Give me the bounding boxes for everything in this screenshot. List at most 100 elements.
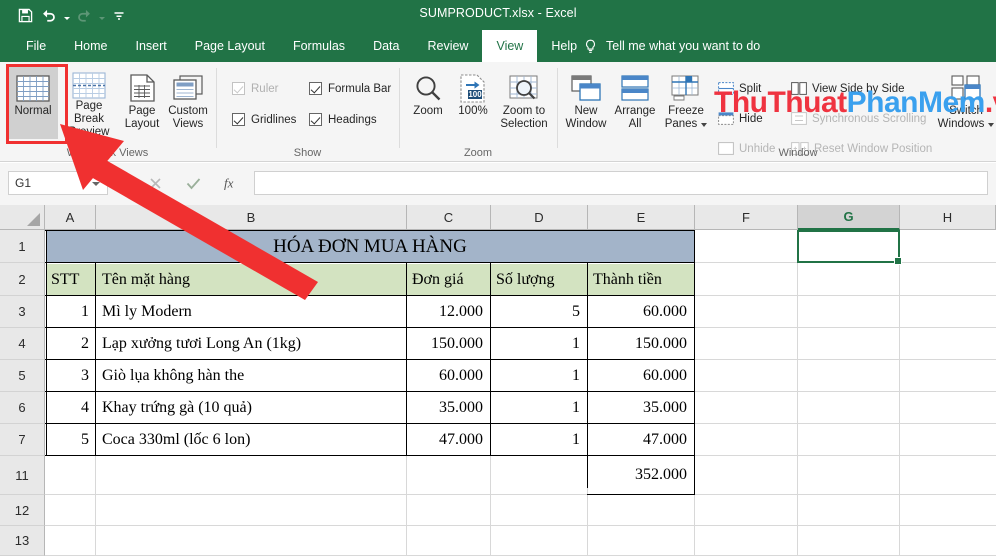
selected-cell-g1[interactable]	[797, 230, 902, 265]
button-hide[interactable]: Hide	[718, 112, 763, 125]
tab-view[interactable]: View	[482, 30, 538, 62]
split-icon	[718, 82, 734, 95]
row-header-6[interactable]: 6	[0, 392, 45, 424]
row-header-7[interactable]: 7	[0, 424, 45, 456]
row-header-12[interactable]: 12	[0, 495, 45, 526]
view-side-by-side-icon	[791, 82, 807, 95]
cell-b2[interactable]: Tên mặt hàng	[99, 264, 404, 295]
row-header-1[interactable]: 1	[0, 230, 45, 263]
column-header-f[interactable]: F	[695, 205, 798, 230]
cell-d4[interactable]: 1	[493, 328, 583, 359]
cell-e5[interactable]: 60.000	[590, 360, 690, 391]
cell-c6[interactable]: 35.000	[409, 392, 486, 423]
button-normal-view[interactable]: Normal	[8, 67, 58, 139]
column-header-e[interactable]: E	[588, 205, 695, 230]
cell-e2[interactable]: Thành tiền	[590, 264, 692, 295]
row-header-4[interactable]: 4	[0, 328, 45, 360]
tab-page-layout[interactable]: Page Layout	[181, 30, 279, 62]
cell-a5[interactable]: 3	[48, 360, 92, 391]
cell-d3[interactable]: 5	[493, 296, 583, 327]
tab-help[interactable]: Help	[537, 30, 591, 62]
column-header-b[interactable]: B	[96, 205, 407, 230]
name-box[interactable]: G1	[8, 171, 108, 195]
button-new-window[interactable]: New Window	[562, 67, 610, 139]
tell-me-search[interactable]: Tell me what you want to do	[584, 30, 760, 62]
tab-file[interactable]: File	[12, 30, 60, 62]
cell-e4[interactable]: 150.000	[590, 328, 690, 359]
button-view-side-by-side[interactable]: View Side by Side	[791, 82, 904, 95]
tab-review[interactable]: Review	[413, 30, 482, 62]
tab-home[interactable]: Home	[60, 30, 121, 62]
column-header-h[interactable]: H	[900, 205, 996, 230]
name-box-dropdown-icon[interactable]	[92, 182, 100, 186]
cell-b6[interactable]: Khay trứng gà (10 quả)	[99, 392, 404, 423]
zoom-to-selection-icon	[509, 71, 539, 105]
checkbox-headings[interactable]: Headings	[309, 113, 377, 126]
cell-a2[interactable]: STT	[48, 264, 94, 295]
button-switch-windows[interactable]: Switch Windows	[938, 67, 995, 139]
checkbox-formula-bar[interactable]: Formula Bar	[309, 82, 391, 95]
select-all-corner[interactable]	[0, 205, 45, 230]
normal-view-icon	[16, 71, 50, 105]
button-synchronous-scrolling[interactable]: Synchronous Scrolling	[791, 112, 926, 125]
button-freeze-panes[interactable]: Freeze Panes	[660, 67, 712, 139]
hide-label: Hide	[739, 112, 763, 125]
row-header-13[interactable]: 13	[0, 526, 45, 556]
cell-a7[interactable]: 5	[48, 424, 92, 455]
button-zoom-100[interactable]: 100 100%	[451, 67, 495, 139]
cell-e11-grand-total[interactable]: 352.000	[590, 457, 690, 493]
new-window-label-2: Window	[565, 118, 607, 130]
group-label-zoom: Zoom	[463, 147, 493, 159]
cell-d5[interactable]: 1	[493, 360, 583, 391]
enter-icon[interactable]	[174, 171, 212, 195]
button-zoom-to-selection[interactable]: Zoom to Selection	[495, 67, 553, 139]
cell-a3[interactable]: 1	[48, 296, 92, 327]
cell-d6[interactable]: 1	[493, 392, 583, 423]
cell-b7[interactable]: Coca 330ml (lốc 6 lon)	[99, 424, 404, 455]
cell-c2[interactable]: Đơn giá	[409, 264, 488, 295]
formula-bar-checkbox-box	[309, 82, 322, 95]
row-header-5[interactable]: 5	[0, 360, 45, 392]
tab-insert[interactable]: Insert	[122, 30, 181, 62]
tab-formulas[interactable]: Formulas	[279, 30, 359, 62]
cell-b3[interactable]: Mì ly Modern	[99, 296, 404, 327]
button-zoom[interactable]: Zoom	[405, 67, 451, 139]
cancel-icon[interactable]	[136, 171, 174, 195]
insert-function-icon[interactable]: fx	[212, 171, 250, 195]
cell-e6[interactable]: 35.000	[590, 392, 690, 423]
button-split[interactable]: Split	[718, 82, 761, 95]
column-header-g[interactable]: G	[798, 205, 900, 230]
svg-text:100: 100	[468, 90, 482, 99]
ruler-checkbox-box	[232, 82, 245, 95]
tab-data[interactable]: Data	[359, 30, 413, 62]
hide-icon	[718, 112, 734, 125]
formula-input[interactable]	[254, 171, 988, 195]
button-arrange-all[interactable]: Arrange All	[610, 67, 660, 139]
cell-c7[interactable]: 47.000	[409, 424, 486, 455]
cell-b5[interactable]: Giò lụa không hàn the	[99, 360, 404, 391]
button-custom-views[interactable]: Custom Views	[163, 67, 213, 139]
button-page-layout-view[interactable]: Page Layout	[120, 67, 164, 139]
column-header-a[interactable]: A	[45, 205, 96, 230]
cell-d7[interactable]: 1	[493, 424, 583, 455]
ribbon-tabs: File Home Insert Page Layout Formulas Da…	[12, 30, 591, 62]
row-header-2[interactable]: 2	[0, 263, 45, 296]
cell-c3[interactable]: 12.000	[409, 296, 486, 327]
row-header-11[interactable]: 11	[0, 456, 45, 495]
cell-c5[interactable]: 60.000	[409, 360, 486, 391]
cell-d2[interactable]: Số lượng	[493, 264, 585, 295]
cell-e7[interactable]: 47.000	[590, 424, 690, 455]
button-page-break-preview[interactable]: Page Break Preview	[58, 67, 120, 139]
cell-b4[interactable]: Lạp xưởng tươi Long An (1kg)	[99, 328, 404, 359]
column-header-d[interactable]: D	[491, 205, 588, 230]
cell-a1-title[interactable]: HÓA ĐƠN MUA HÀNG	[47, 231, 693, 262]
checkbox-ruler[interactable]: Ruler	[232, 82, 278, 95]
row-header-3[interactable]: 3	[0, 296, 45, 328]
column-header-c[interactable]: C	[407, 205, 491, 230]
cell-e3[interactable]: 60.000	[590, 296, 690, 327]
cell-a6[interactable]: 4	[48, 392, 92, 423]
cell-c4[interactable]: 150.000	[409, 328, 486, 359]
cell-a4[interactable]: 2	[48, 328, 92, 359]
checkbox-gridlines[interactable]: Gridlines	[232, 113, 296, 126]
formula-bar-grip[interactable]	[121, 175, 125, 192]
